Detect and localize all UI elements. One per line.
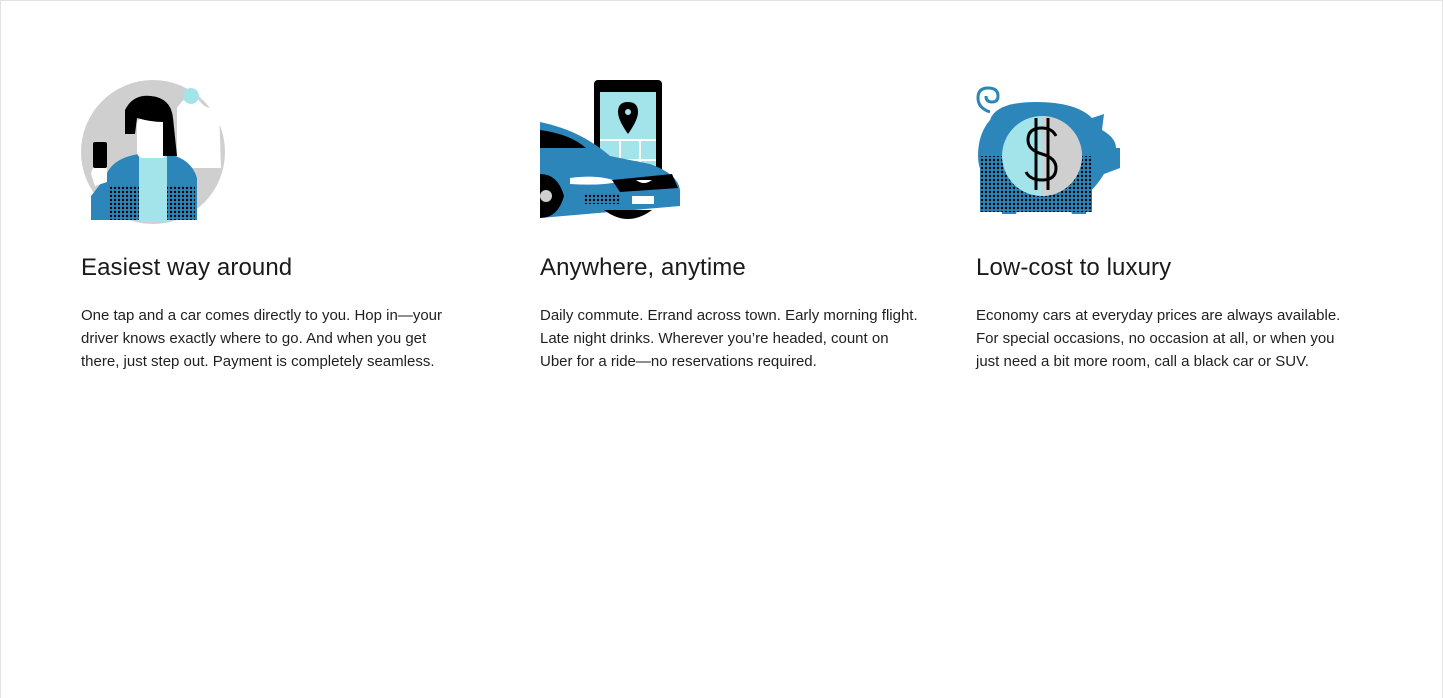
feature-description: Daily commute. Errand across town. Early… xyxy=(540,306,918,370)
rider-with-phone-icon xyxy=(81,80,225,224)
car-and-phone-map-icon xyxy=(540,80,680,219)
feature-title: Low-cost to luxury xyxy=(976,254,1172,281)
feature-title: Anywhere, anytime xyxy=(540,254,746,281)
piggy-bank-dollar-icon xyxy=(976,86,1120,214)
feature-title: Easiest way around xyxy=(81,254,293,281)
feature-description: One tap and a car comes directly to you.… xyxy=(81,306,443,370)
feature-low-cost-luxury: Low-cost to luxury Economy cars at every… xyxy=(976,78,1376,373)
feature-easiest-way: Easiest way around One tap and a car com… xyxy=(81,78,481,373)
feature-anywhere-anytime: Anywhere, anytime Daily commute. Errand … xyxy=(540,78,940,373)
feature-description: Economy cars at everyday prices are alwa… xyxy=(976,306,1341,370)
